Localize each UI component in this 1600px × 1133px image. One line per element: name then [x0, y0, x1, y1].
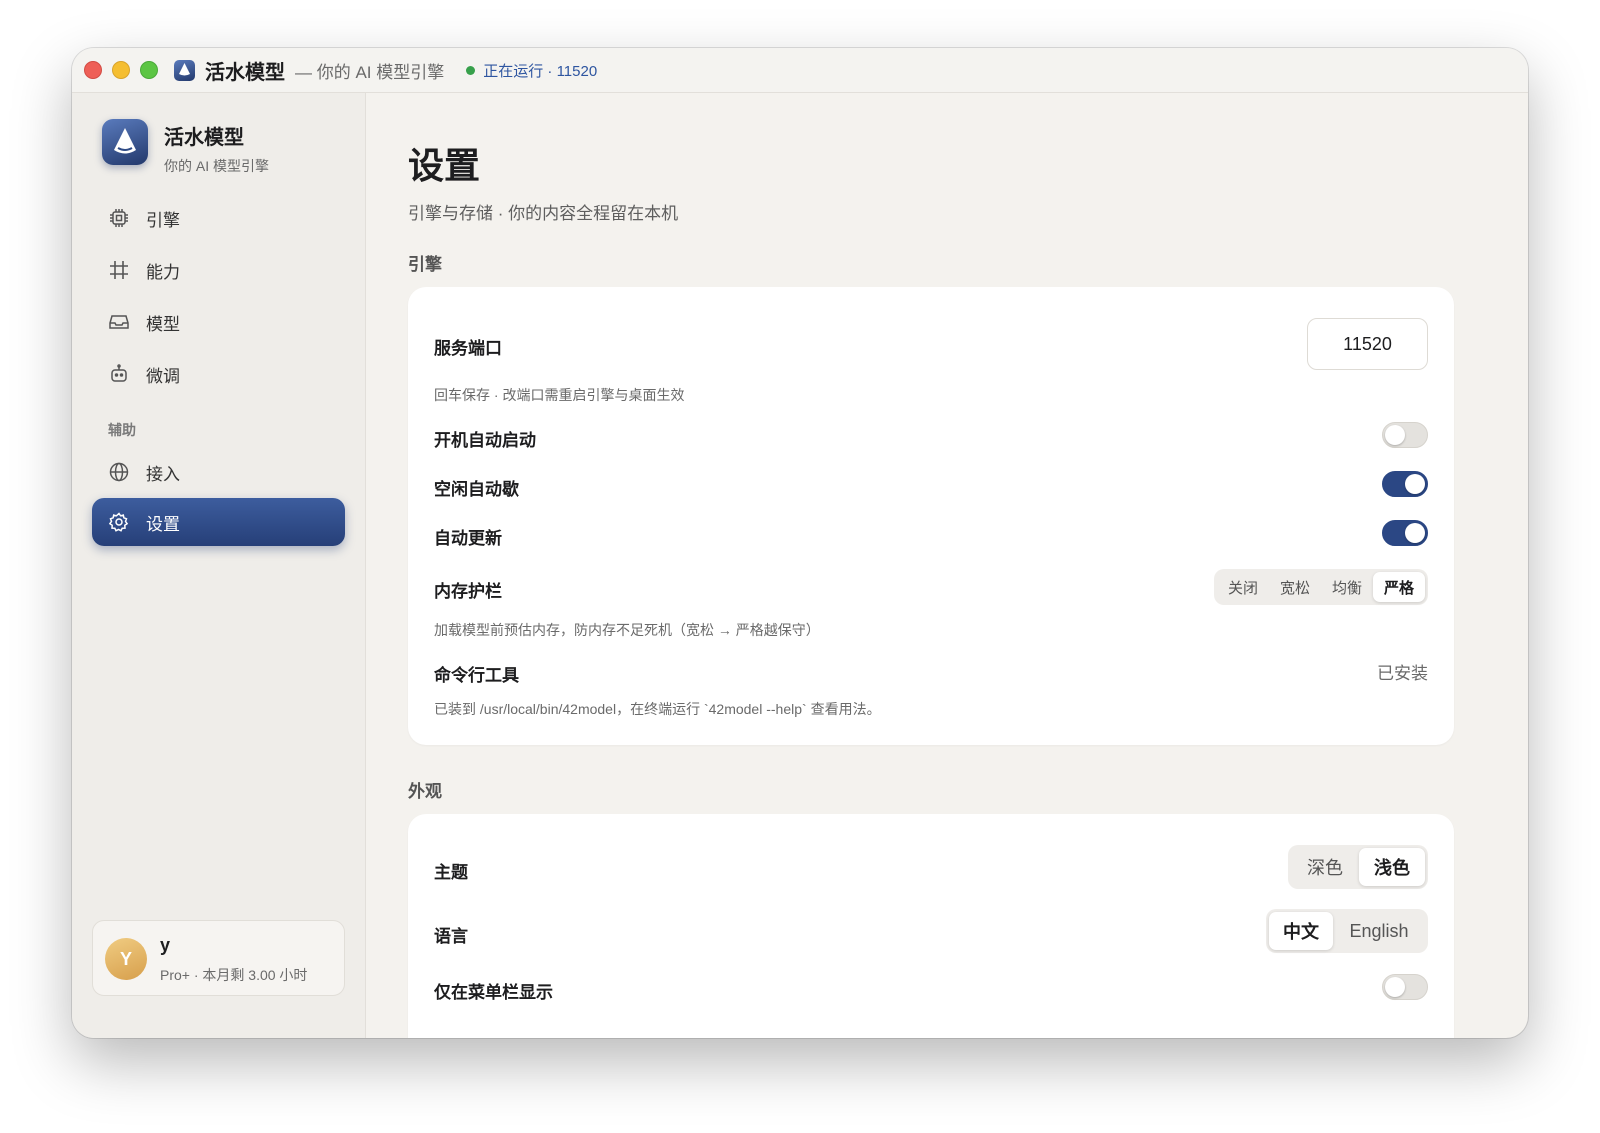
main-content: 设置 引擎与存储 · 你的内容全程留在本机 引擎 服务端口 回车保存 · 改端口… — [366, 93, 1528, 1038]
auto-update-label: 自动更新 — [434, 529, 502, 548]
sidebar-item-label: 设置 — [146, 514, 180, 534]
window-controls — [84, 61, 158, 79]
sidebar-item-label: 微调 — [146, 366, 180, 386]
theme-label: 主题 — [434, 863, 468, 882]
language-segmented: 中文 English — [1266, 909, 1428, 953]
language-label: 语言 — [434, 927, 468, 946]
user-name: y — [160, 935, 171, 955]
toggle-knob — [1405, 523, 1425, 543]
memory-guard-segmented: 关闭 宽松 均衡 严格 — [1214, 569, 1428, 605]
robot-icon — [108, 363, 130, 385]
minimize-button[interactable] — [112, 61, 130, 79]
cli-tool-label: 命令行工具 — [434, 666, 519, 685]
sidebar-section-label: 辅助 — [108, 422, 136, 438]
page-subtitle: 引擎与存储 · 你的内容全程留在本机 — [408, 204, 679, 223]
memory-guard-option-balanced[interactable]: 均衡 — [1321, 572, 1373, 602]
brand: 活水模型 你的 AI 模型引擎 — [102, 119, 269, 176]
cli-status: 已安装 — [1377, 664, 1428, 683]
toggle-knob — [1385, 977, 1405, 997]
app-logo-icon — [174, 59, 195, 81]
brand-logo-icon — [102, 119, 148, 165]
autostart-label: 开机自动启动 — [434, 431, 536, 450]
user-card[interactable]: Y y Pro+ · 本月剩 3.00 小时 — [92, 920, 345, 996]
auto-update-toggle[interactable] — [1382, 520, 1428, 546]
sidebar-item-settings[interactable]: 设置 — [92, 498, 345, 546]
language-option-english[interactable]: English — [1333, 912, 1425, 950]
sidebar-item-engine[interactable]: 引擎 — [92, 194, 345, 242]
theme-segmented: 深色 浅色 — [1288, 845, 1428, 889]
zoom-button[interactable] — [140, 61, 158, 79]
idle-sleep-toggle[interactable] — [1382, 471, 1428, 497]
sidebar-item-label: 引擎 — [146, 210, 180, 230]
app-window: 活水模型 — 你的 AI 模型引擎 正在运行 · 11520 活水模型 你的 A… — [72, 48, 1528, 1038]
page-title: 设置 — [408, 145, 481, 186]
port-label: 服务端口 — [434, 339, 502, 358]
engine-status: 正在运行 · 11520 — [483, 62, 598, 80]
user-plan: Pro+ · 本月剩 3.00 小时 — [160, 967, 308, 983]
memory-guard-option-strict[interactable]: 严格 — [1373, 572, 1425, 602]
toggle-knob — [1385, 425, 1405, 445]
hash-icon — [108, 259, 130, 281]
sidebar-item-label: 模型 — [146, 314, 180, 334]
memory-guard-note: 加载模型前预估内存，防内存不足死机（宽松 → 严格越保守） — [434, 622, 820, 638]
memory-guard-option-off[interactable]: 关闭 — [1217, 572, 1269, 602]
menubar-only-label: 仅在菜单栏显示 — [434, 983, 553, 1002]
memory-guard-option-loose[interactable]: 宽松 — [1269, 572, 1321, 602]
globe-icon — [108, 461, 130, 483]
section-label-appearance: 外观 — [408, 782, 442, 801]
sidebar-item-capability[interactable]: 能力 — [92, 246, 345, 294]
titlebar: 活水模型 — 你的 AI 模型引擎 正在运行 · 11520 — [72, 48, 1528, 93]
cli-note: 已装到 /usr/local/bin/42model，在终端运行 `42mode… — [434, 701, 881, 717]
sidebar-item-models[interactable]: 模型 — [92, 298, 345, 346]
theme-option-light[interactable]: 浅色 — [1359, 848, 1425, 886]
window-title: 活水模型 — [205, 61, 285, 84]
appearance-settings-card: 主题 深色 浅色 语言 中文 English 仅在菜单栏显示 — [408, 814, 1454, 1038]
sidebar: 活水模型 你的 AI 模型引擎 引擎 能力 模型 微调 辅助 接入 设置 Y y… — [72, 93, 366, 1038]
idle-sleep-label: 空闲自动歇 — [434, 480, 519, 499]
autostart-toggle[interactable] — [1382, 422, 1428, 448]
window-subtitle: — 你的 AI 模型引擎 — [295, 62, 445, 82]
close-button[interactable] — [84, 61, 102, 79]
brand-subtitle: 你的 AI 模型引擎 — [164, 158, 270, 174]
sidebar-item-label: 接入 — [146, 464, 180, 484]
section-label-engine: 引擎 — [408, 255, 442, 274]
avatar: Y — [105, 938, 147, 980]
status-dot-icon — [466, 65, 476, 75]
brand-name: 活水模型 — [164, 127, 244, 149]
sidebar-item-integration[interactable]: 接入 — [92, 448, 345, 496]
port-note: 回车保存 · 改端口需重启引擎与桌面生效 — [434, 387, 685, 403]
toggle-knob — [1405, 474, 1425, 494]
port-input[interactable] — [1307, 318, 1428, 370]
engine-settings-card: 服务端口 回车保存 · 改端口需重启引擎与桌面生效 开机自动启动 空闲自动歇 自… — [408, 287, 1454, 745]
gear-icon — [108, 511, 130, 533]
inbox-icon — [108, 311, 130, 333]
sidebar-item-finetune[interactable]: 微调 — [92, 350, 345, 398]
memory-guard-label: 内存护栏 — [434, 582, 502, 601]
cpu-icon — [108, 207, 130, 229]
language-option-chinese[interactable]: 中文 — [1269, 912, 1333, 950]
menubar-only-toggle[interactable] — [1382, 974, 1428, 1000]
sidebar-item-label: 能力 — [146, 262, 180, 282]
theme-option-dark[interactable]: 深色 — [1291, 848, 1359, 886]
